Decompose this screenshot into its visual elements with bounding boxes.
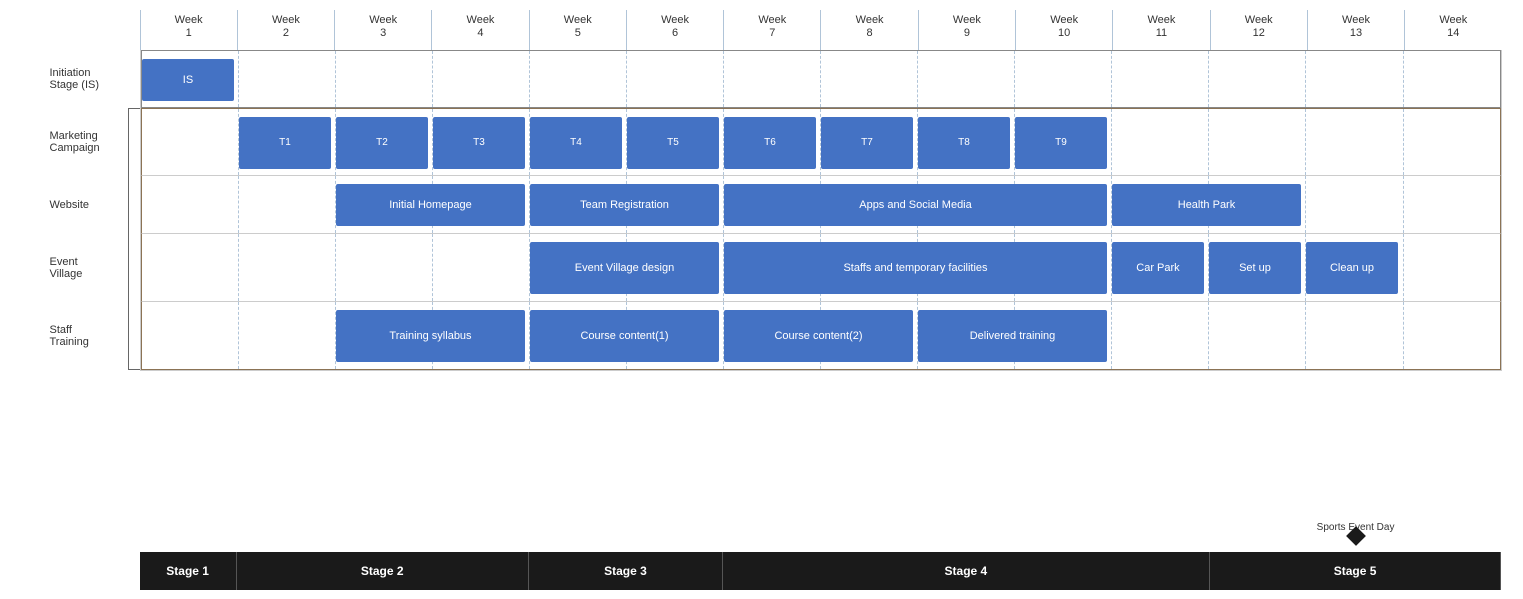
workstreams-label [22,170,42,450]
bar-web-health-park: Health Park [1112,184,1302,226]
bar-st-delivered-training: Delivered training [918,310,1108,362]
bar-st-course-content(2): Course content(2) [724,310,914,362]
gantt-row-ev: Event Village designStaffs and temporary… [141,234,1501,302]
row-label-is: InitiationStage (IS) [50,50,140,108]
bar-ev-event-village-design: Event Village design [530,242,720,294]
cell-mc-w14 [1403,109,1500,175]
stages-row: Stage 1Stage 2Stage 3Stage 4Stage 5 [140,552,1502,590]
cell-is-w9 [917,51,1014,107]
cell-is-w11 [1111,51,1208,107]
bar-mc-t5: T5 [627,117,720,169]
bar-mc-t3: T3 [433,117,526,169]
row-label-ev: EventVillage [50,234,140,302]
bar-is-is: IS [142,59,235,101]
cell-st-w1 [142,302,238,369]
cell-mc-w13 [1305,109,1402,175]
week-header-6: Week6 [626,10,723,50]
bar-mc-t1: T1 [239,117,332,169]
bar-web-initial-homepage: Initial Homepage [336,184,526,226]
cell-ev-w4 [432,234,529,301]
week-header-1: Week1 [140,10,237,50]
cell-is-w13 [1305,51,1402,107]
week-header-9: Week9 [918,10,1015,50]
cell-is-w2 [238,51,335,107]
gantt-row-is: IS [141,50,1501,108]
cell-is-w5 [529,51,626,107]
cell-st-w14 [1403,302,1500,369]
cell-mc-w12 [1208,109,1305,175]
row-labels: InitiationStage (IS)MarketingCampaignWeb… [50,50,140,520]
week-header-12: Week12 [1210,10,1307,50]
cell-web-w13 [1305,176,1402,233]
cell-mc-w11 [1111,109,1208,175]
stage-5: Stage 5 [1210,552,1502,590]
bar-mc-t8: T8 [918,117,1011,169]
cell-mc-w1 [142,109,238,175]
main-area: Week1Week2Week3Week4Week5Week6Week7Week8… [50,10,1502,590]
bar-ev-car-park: Car Park [1112,242,1205,294]
week-header-10: Week10 [1015,10,1112,50]
cell-st-w12 [1208,302,1305,369]
cell-web-w1 [142,176,238,233]
gantt-grid: IST1T2T3T4T5T6T7T8T9Initial HomepageTeam… [140,50,1502,371]
week-header-8: Week8 [820,10,917,50]
cell-is-w7 [723,51,820,107]
row-label-mc: MarketingCampaign [50,108,140,176]
cell-is-w8 [820,51,917,107]
cell-is-w4 [432,51,529,107]
bar-mc-t9: T9 [1015,117,1108,169]
gantt-row-mc: T1T2T3T4T5T6T7T8T9 [141,108,1501,176]
bar-mc-t7: T7 [821,117,914,169]
cell-web-w2 [238,176,335,233]
cell-ev-w2 [238,234,335,301]
cell-ev-w14 [1403,234,1500,301]
row-label-web: Website [50,176,140,234]
group-bracket [128,108,140,370]
stage-2: Stage 2 [237,552,529,590]
gantt-row-st: Training syllabusCourse content(1)Course… [141,302,1501,370]
stage-1: Stage 1 [140,552,237,590]
cell-is-w3 [335,51,432,107]
bar-ev-clean-up: Clean up [1306,242,1399,294]
week-header-4: Week4 [431,10,528,50]
cell-is-w10 [1014,51,1111,107]
bar-mc-t4: T4 [530,117,623,169]
bar-mc-t6: T6 [724,117,817,169]
week-header-13: Week13 [1307,10,1404,50]
cell-st-w13 [1305,302,1402,369]
gantt-row-web: Initial HomepageTeam RegistrationApps an… [141,176,1501,234]
sports-event-row: Sports Event Day [140,520,1502,552]
cell-st-w11 [1111,302,1208,369]
week-header-2: Week2 [237,10,334,50]
stage-3: Stage 3 [529,552,724,590]
bar-mc-t2: T2 [336,117,429,169]
cell-st-w2 [238,302,335,369]
cell-ev-w1 [142,234,238,301]
cell-is-w12 [1208,51,1305,107]
cell-ev-w3 [335,234,432,301]
content-area: InitiationStage (IS)MarketingCampaignWeb… [50,50,1502,520]
week-header-row: Week1Week2Week3Week4Week5Week6Week7Week8… [140,10,1502,50]
bar-st-training-syllabus: Training syllabus [336,310,526,362]
bar-ev-set-up: Set up [1209,242,1302,294]
cell-is-w6 [626,51,723,107]
week-header-5: Week5 [529,10,626,50]
stage-4: Stage 4 [723,552,1209,590]
week-header-3: Week3 [334,10,431,50]
row-label-st: StaffTraining [50,302,140,370]
cell-web-w14 [1403,176,1500,233]
week-header-14: Week14 [1404,10,1501,50]
week-header-7: Week7 [723,10,820,50]
bar-ev-staffs-and-temporary-facilities: Staffs and temporary facilities [724,242,1108,294]
gantt-chart: Week1Week2Week3Week4Week5Week6Week7Week8… [22,10,1502,590]
cell-is-w14 [1403,51,1500,107]
gantt-grid-wrapper: IST1T2T3T4T5T6T7T8T9Initial HomepageTeam… [140,50,1502,520]
bar-st-course-content(1): Course content(1) [530,310,720,362]
bar-web-apps-and-social-media: Apps and Social Media [724,184,1108,226]
week-header-11: Week11 [1112,10,1209,50]
bar-web-team-registration: Team Registration [530,184,720,226]
